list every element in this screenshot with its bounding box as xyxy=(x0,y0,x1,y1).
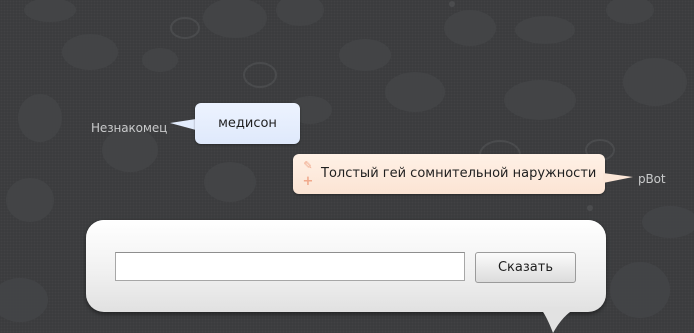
speaker-name-stranger: Незнакомец xyxy=(91,121,168,135)
message-bubble-user: медисон xyxy=(195,103,300,144)
bubble-tail xyxy=(603,173,633,183)
pencil-icon[interactable]: ✎ xyxy=(302,160,314,172)
message-bubble-bot: ✎ + Толстый гей сомнительной наружности xyxy=(293,154,605,194)
speaker-name-bot: pBot xyxy=(638,172,666,186)
bubble-tail xyxy=(170,119,196,130)
plus-icon[interactable]: + xyxy=(302,175,314,188)
chat-area: Незнакомец медисон ✎ + Толстый гей сомни… xyxy=(0,0,694,333)
message-text: Толстый гей сомнительной наружности xyxy=(321,166,597,181)
message-text: медисон xyxy=(218,116,277,131)
